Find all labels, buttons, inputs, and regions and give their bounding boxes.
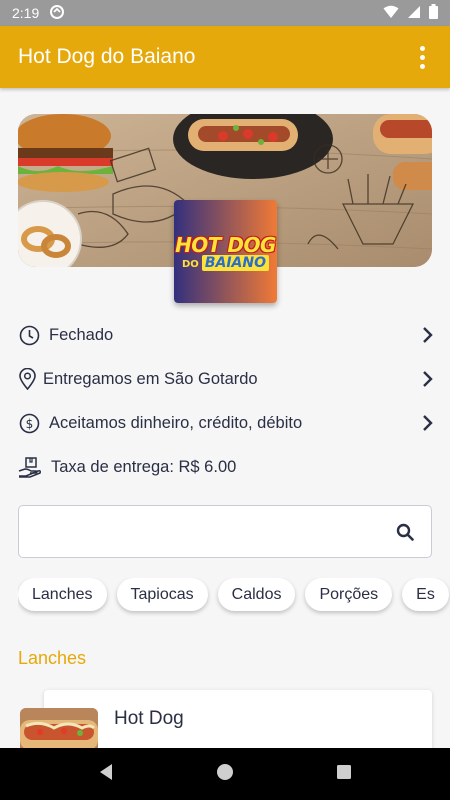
status-label: Fechado — [49, 325, 114, 344]
logo-line1: HOT DOG — [175, 232, 276, 257]
recents-icon[interactable] — [336, 764, 352, 785]
info-row-status[interactable]: Fechado — [18, 320, 436, 350]
sync-icon — [49, 4, 65, 23]
product-name: Hot Dog — [114, 708, 184, 729]
info-row-delivery-area[interactable]: Entregamos em São Gotardo — [18, 364, 436, 394]
more-vert-icon[interactable] — [412, 42, 432, 72]
payment-label: Aceitamos dinheiro, crédito, débito — [49, 413, 303, 432]
app-bar: Hot Dog do Baiano — [0, 26, 450, 88]
back-icon[interactable] — [98, 763, 114, 786]
system-nav-bar — [0, 748, 450, 800]
home-icon[interactable] — [216, 763, 234, 786]
chevron-right-icon[interactable] — [420, 412, 436, 434]
location-pin-icon — [18, 368, 36, 390]
section-title-lanches: Lanches — [18, 648, 87, 668]
category-chip-caldos[interactable]: Caldos — [217, 578, 296, 611]
search-icon[interactable] — [393, 520, 417, 544]
status-time: 2:19 — [12, 5, 40, 21]
delivery-fee-label: Taxa de entrega: R$ 6.00 — [51, 457, 237, 476]
app-title: Hot Dog do Baiano — [18, 45, 196, 68]
store-logo: HOT DOG DO BAIANO — [174, 200, 277, 303]
search-input[interactable] — [33, 522, 393, 541]
category-chip-es[interactable]: Es — [402, 578, 449, 611]
chevron-right-icon[interactable] — [420, 368, 436, 390]
info-row-payment[interactable]: $ Aceitamos dinheiro, crédito, débito — [18, 408, 436, 438]
chevron-right-icon[interactable] — [420, 324, 436, 346]
logo-do: DO — [182, 258, 199, 270]
clock-icon — [18, 324, 40, 346]
search-box[interactable] — [18, 505, 432, 558]
category-chip-tapiocas[interactable]: Tapiocas — [116, 578, 208, 611]
info-row-delivery-fee: Taxa de entrega: R$ 6.00 — [18, 452, 436, 482]
category-chips: Lanches Tapiocas Caldos Porções Es — [18, 578, 450, 618]
dollar-coin-icon: $ — [18, 412, 40, 434]
signal-icon — [407, 5, 421, 22]
wifi-icon — [383, 5, 399, 22]
status-bar: 2:19 — [0, 0, 450, 26]
svg-text:$: $ — [25, 417, 33, 431]
logo-baiano: BAIANO — [201, 254, 269, 271]
battery-icon — [429, 4, 438, 22]
category-chip-lanches[interactable]: Lanches — [18, 578, 107, 611]
delivery-box-hand-icon — [18, 456, 43, 478]
category-chip-porcoes[interactable]: Porções — [305, 578, 393, 611]
delivery-area-label: Entregamos em São Gotardo — [43, 369, 258, 388]
